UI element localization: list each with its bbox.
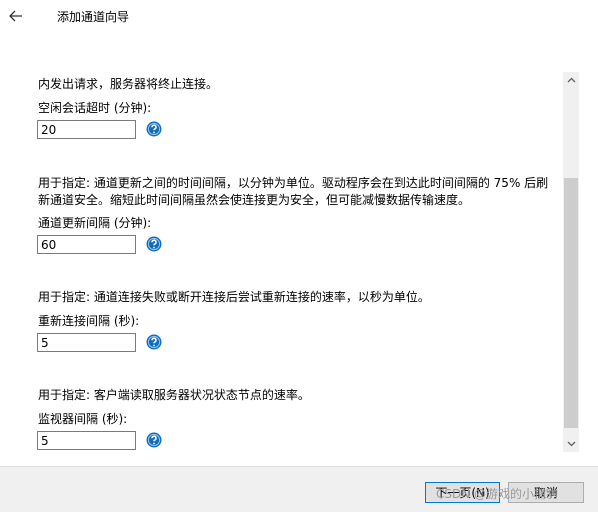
window-title: 添加通道向导 — [57, 10, 130, 24]
reconnect-interval-input[interactable] — [37, 333, 136, 352]
help-icon[interactable] — [146, 432, 162, 448]
reconnect-interval-label: 重新连接间隔 (秒): — [38, 314, 140, 328]
idle-timeout-label: 空闲会话超时 (分钟): — [38, 101, 152, 115]
idle-timeout-input[interactable] — [37, 120, 136, 139]
watermark: CSDN @游戏的小捕豹 — [436, 487, 559, 501]
idle-timeout-description: 内发出请求，服务器将终止连接。 — [38, 77, 219, 91]
back-arrow-icon — [9, 10, 22, 22]
help-icon[interactable] — [146, 121, 162, 137]
wizard-content: 内发出请求，服务器将终止连接。 空闲会话超时 (分钟): 用于指定: 通道更新之… — [0, 32, 562, 452]
back-button[interactable] — [6, 6, 26, 26]
chevron-up-icon — [567, 77, 575, 83]
update-interval-description-line-1: 用于指定: 通道更新之间的时间间隔，以分钟为单位。驱动程序会在到达此时间间隔的 … — [38, 176, 549, 190]
update-interval-description-line-2: 新通道安全。缩短此时间间隔虽然会使连接更为安全，但可能减慢数据传输速度。 — [38, 193, 471, 207]
monitor-interval-description: 用于指定: 客户端读取服务器状况状态节点的速率。 — [38, 388, 310, 402]
monitor-interval-label: 监视器间隔 (秒): — [38, 412, 128, 426]
help-icon[interactable] — [146, 334, 162, 350]
scroll-up-button[interactable] — [563, 72, 579, 88]
update-interval-input[interactable] — [37, 235, 136, 254]
vertical-scrollbar[interactable] — [563, 72, 579, 452]
title-bar: 添加通道向导 — [0, 0, 598, 32]
help-icon[interactable] — [146, 236, 162, 252]
chevron-down-icon — [567, 441, 575, 447]
monitor-interval-input[interactable] — [37, 431, 136, 450]
wizard-footer: 下一页(N) 取消 CSDN @游戏的小捕豹 — [0, 466, 598, 512]
update-interval-label: 通道更新间隔 (分钟): — [38, 216, 152, 230]
reconnect-interval-description: 用于指定: 通道连接失败或断开连接后尝试重新连接的速率，以秒为单位。 — [38, 290, 430, 304]
scrollbar-thumb[interactable] — [564, 178, 578, 428]
scroll-down-button[interactable] — [563, 436, 579, 452]
